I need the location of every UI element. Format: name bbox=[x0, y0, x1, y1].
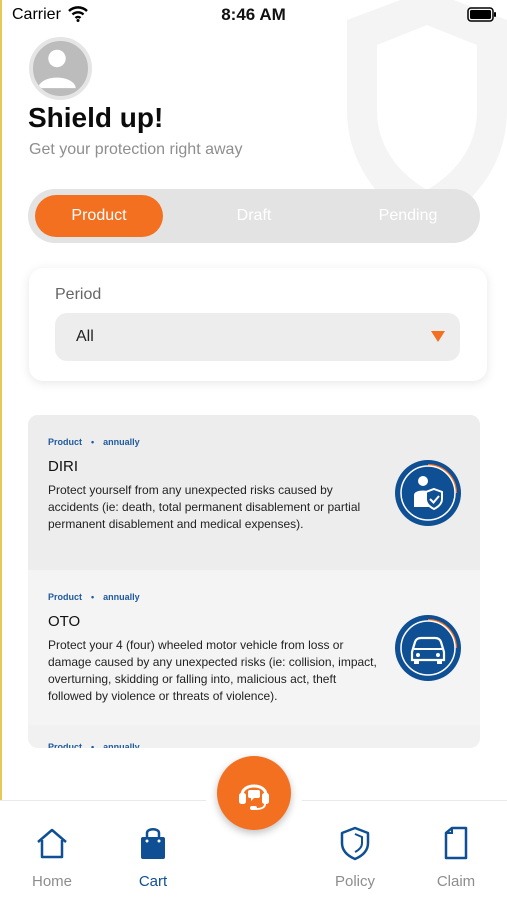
tab-product[interactable]: Product bbox=[35, 195, 163, 237]
meta-separator: • bbox=[91, 592, 95, 602]
nav-cart[interactable]: Cart bbox=[113, 825, 193, 890]
product-description: Protect your 4 (four) wheeled motor vehi… bbox=[48, 638, 377, 703]
product-category: Product bbox=[48, 742, 83, 748]
nav-claim[interactable]: Claim bbox=[416, 825, 496, 890]
period-value: All bbox=[76, 328, 94, 345]
product-card-diri[interactable]: Product • annually DIRI Protect yourself f… bbox=[28, 415, 480, 570]
status-tabs: Product Draft Pending bbox=[28, 189, 480, 243]
product-frequency: annually bbox=[103, 437, 140, 447]
nav-home[interactable]: Home bbox=[12, 825, 92, 890]
nav-cart-label: Cart bbox=[138, 873, 168, 890]
product-meta: Product • annually bbox=[48, 437, 140, 447]
car-icon bbox=[395, 615, 461, 681]
nav-home-label: Home bbox=[31, 873, 72, 890]
product-meta: Product • annually bbox=[48, 592, 140, 602]
battery-icon bbox=[467, 7, 496, 22]
product-meta-peek: Product • annually bbox=[48, 742, 140, 748]
period-label: Period bbox=[55, 286, 102, 303]
meta-separator: • bbox=[91, 437, 95, 447]
user-icon bbox=[38, 49, 76, 89]
tab-draft[interactable]: Draft bbox=[190, 195, 318, 237]
nav-policy-label: Policy bbox=[334, 873, 375, 890]
nav-claim-label: Claim bbox=[436, 873, 476, 890]
product-category: Product bbox=[48, 592, 83, 602]
status-bar: Carrier 8:46 AM bbox=[0, 0, 507, 34]
product-frequency: annually bbox=[103, 592, 140, 602]
shield-icon bbox=[340, 826, 370, 861]
document-icon bbox=[444, 826, 468, 860]
nav-policy[interactable]: Policy bbox=[315, 825, 395, 890]
status-time: 8:46 AM bbox=[221, 5, 286, 24]
edge-stripe bbox=[0, 0, 2, 900]
product-description: Protect yourself from any unexpected ris… bbox=[48, 483, 361, 531]
product-name: OTO bbox=[48, 613, 81, 630]
personal-protection-icon bbox=[395, 460, 461, 526]
product-frequency: annually bbox=[103, 742, 140, 748]
home-icon bbox=[37, 828, 67, 859]
period-select[interactable]: All bbox=[55, 313, 460, 361]
product-name: DIRI bbox=[48, 458, 78, 475]
product-category: Product bbox=[48, 437, 83, 447]
page-title: Shield up! bbox=[28, 102, 164, 133]
page-subtitle: Get your protection right away bbox=[29, 141, 243, 158]
customer-service-button[interactable] bbox=[217, 756, 291, 830]
product-list: Product • annually DIRI Protect yourself f… bbox=[28, 415, 480, 748]
tab-pending[interactable]: Pending bbox=[344, 195, 472, 237]
shopping-bag-icon bbox=[141, 828, 165, 859]
dropdown-arrow-icon bbox=[431, 331, 445, 342]
avatar[interactable] bbox=[29, 37, 92, 100]
product-card-oto[interactable]: Product • annually OTO Protect your 4 (fou… bbox=[28, 570, 480, 725]
meta-separator: • bbox=[91, 742, 95, 748]
period-filter-card: Period All bbox=[29, 268, 487, 381]
headset-icon bbox=[239, 784, 269, 810]
